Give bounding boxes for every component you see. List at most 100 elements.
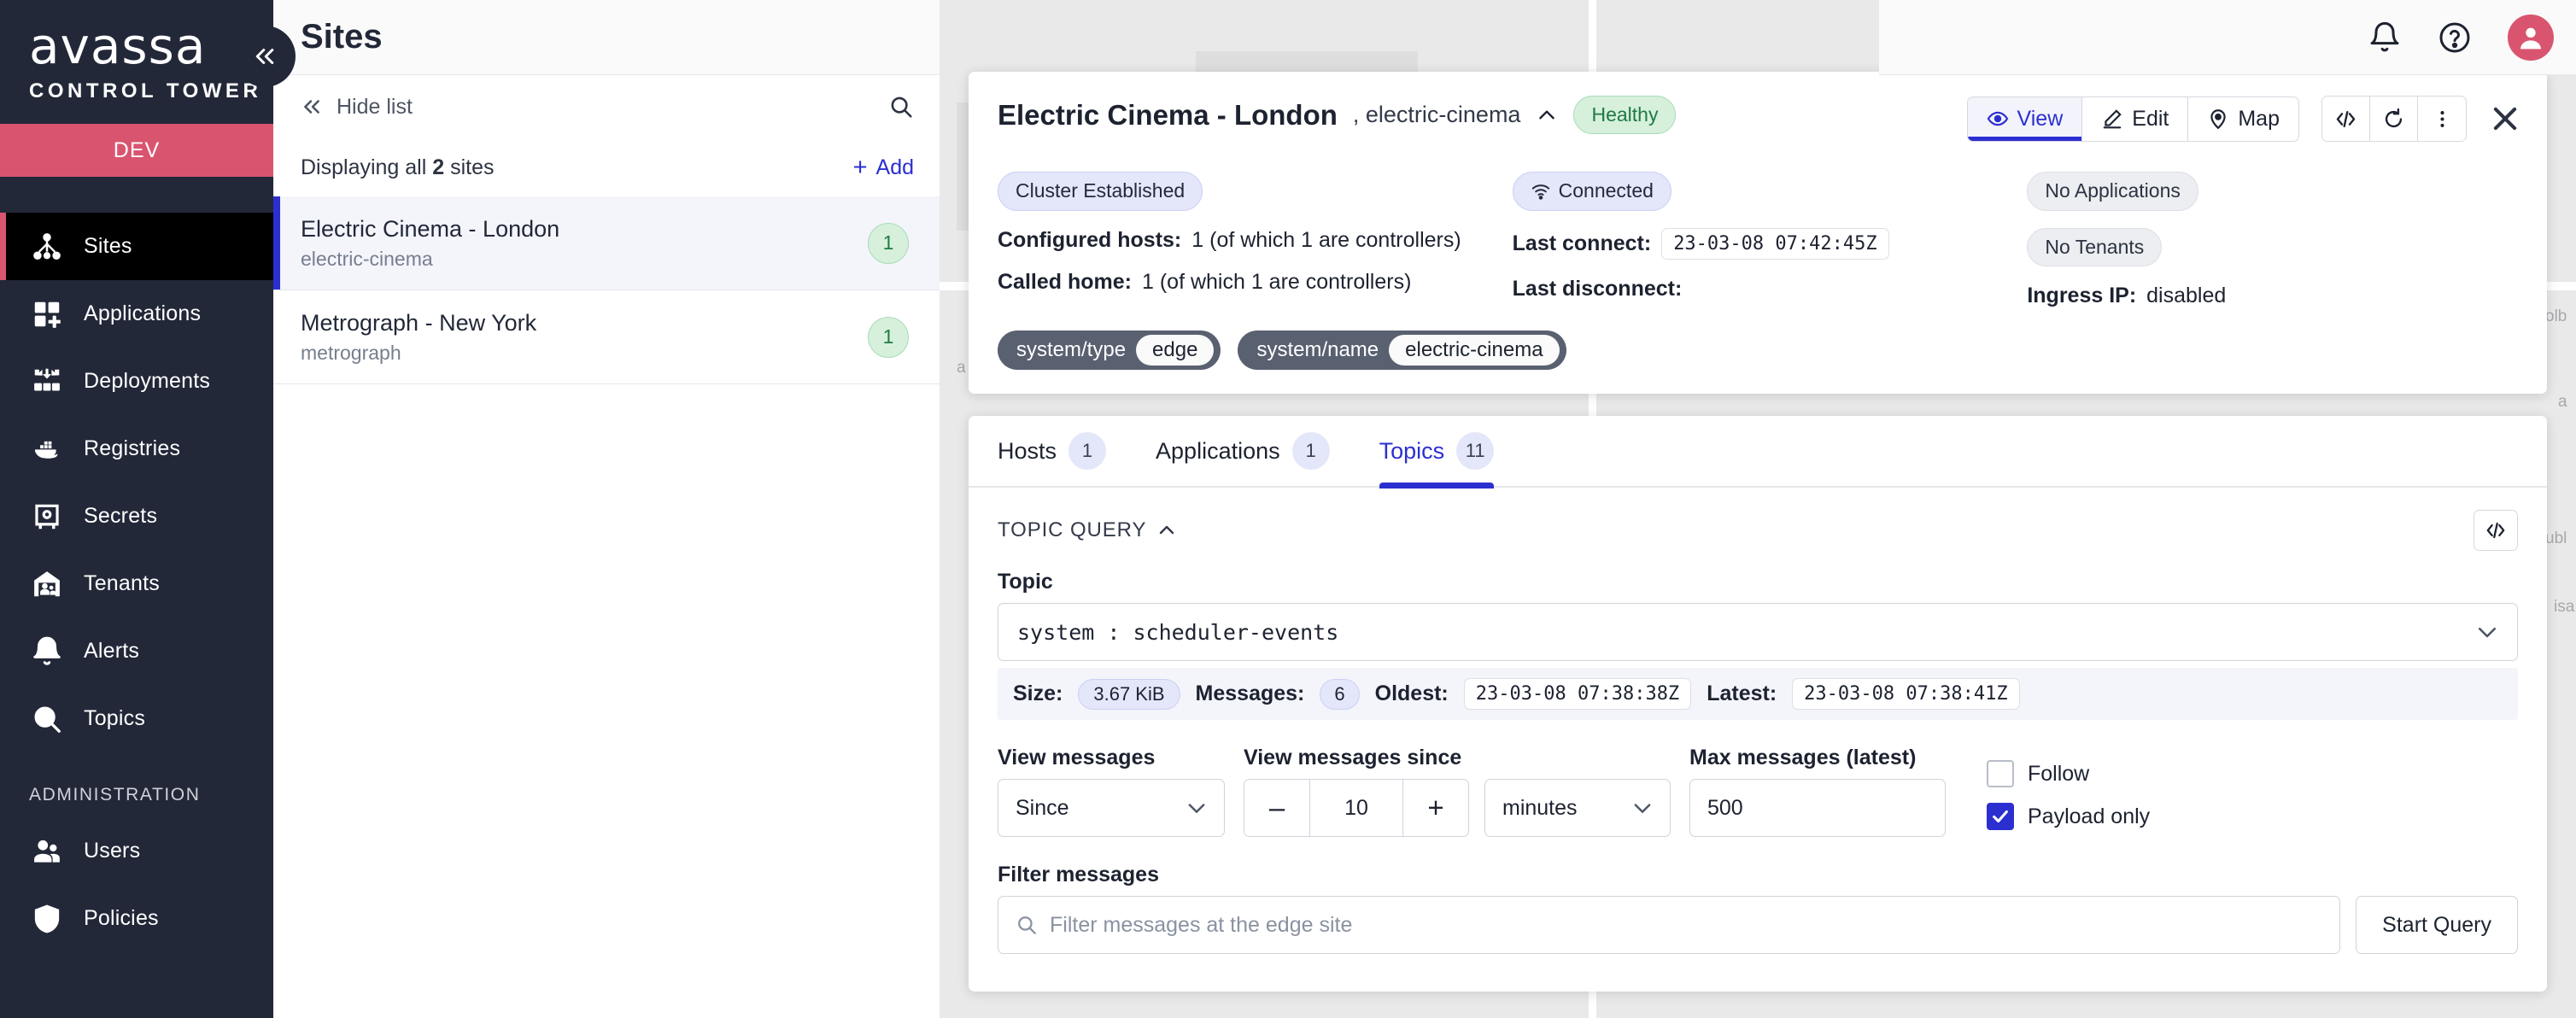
refresh-icon	[2385, 108, 2403, 127]
messages-value: 6	[1320, 678, 1360, 710]
configured-hosts-key: Configured hosts:	[998, 227, 1182, 252]
sidebar-item-alerts[interactable]: Alerts	[0, 617, 273, 685]
user-avatar-icon	[2520, 27, 2541, 50]
sidebar-item-label: Sites	[84, 234, 132, 258]
user-avatar[interactable]	[2508, 15, 2554, 61]
site-row-text: Electric Cinema - London electric-cinema	[301, 215, 559, 272]
view-code-button[interactable]	[2322, 97, 2370, 141]
filter-messages-label: Filter messages	[998, 863, 1159, 886]
displaying-text: Displaying all 2 sites	[301, 155, 495, 180]
tab-label: Hosts	[998, 437, 1057, 464]
oldest-value: 23-03-08 07:38:38Z	[1463, 678, 1692, 710]
sidebar-collapse-button[interactable]	[234, 26, 296, 87]
map-button[interactable]: Map	[2188, 97, 2298, 141]
checkmark-icon	[1993, 810, 2008, 823]
chevron-down-icon	[1634, 804, 1651, 813]
more-options-button[interactable]	[2418, 97, 2466, 141]
start-query-button[interactable]: Start Query	[2356, 896, 2518, 954]
tab-badge: 11	[1456, 432, 1495, 470]
refresh-button[interactable]	[2370, 97, 2418, 141]
topic-query-toggle[interactable]: TOPIC QUERY	[998, 518, 1177, 542]
sidebar-item-secrets[interactable]: Secrets	[0, 483, 273, 550]
site-tags: system/type edge system/name electric-ci…	[969, 308, 2547, 394]
called-home-key: Called home:	[998, 269, 1132, 294]
close-detail-button[interactable]	[2489, 102, 2521, 135]
view-label: View	[2017, 106, 2064, 131]
site-list-item-electric-cinema[interactable]: Electric Cinema - London electric-cinema…	[273, 196, 940, 290]
filter-placeholder: Filter messages at the edge site	[1050, 912, 1353, 937]
sidebar-item-topics[interactable]: Topics	[0, 685, 273, 752]
topic-select[interactable]: system : scheduler-events	[998, 603, 2518, 661]
page-header: Sites	[273, 0, 940, 75]
tab-topics[interactable]: Topics 11	[1379, 416, 1495, 489]
app-root: avassa CONTROL TOWER DEV Sites Applicati…	[0, 0, 2576, 1018]
view-messages-select[interactable]: Since	[998, 779, 1225, 837]
view-button[interactable]: View	[1967, 97, 2083, 141]
tab-badge: 1	[1291, 432, 1330, 470]
follow-checkbox-row[interactable]: Follow	[1987, 760, 2150, 787]
tab-applications[interactable]: Applications 1	[1156, 416, 1330, 487]
site-row-text: Metrograph - New York metrograph	[301, 309, 536, 366]
add-label: Add	[875, 155, 914, 179]
payload-only-checkbox[interactable]	[1987, 803, 2014, 830]
pencil-icon	[2103, 109, 2122, 129]
notifications-button[interactable]	[2368, 20, 2402, 55]
displaying-suffix: sites	[450, 155, 495, 179]
tag-key: system/type	[1016, 338, 1127, 362]
topic-stats-bar: Size: 3.67 KiB Messages: 6 Oldest: 23-03…	[998, 668, 2518, 720]
sidebar-item-policies[interactable]: Policies	[0, 885, 273, 952]
sidebar-item-deployments[interactable]: Deployments	[0, 348, 273, 415]
edit-button[interactable]: Edit	[2082, 97, 2189, 141]
size-value: 3.67 KiB	[1078, 678, 1180, 710]
sidebar-item-users[interactable]: Users	[0, 817, 273, 885]
users-icon	[29, 834, 65, 869]
sidebar-item-label: Applications	[84, 301, 202, 325]
topic-query-section-head: TOPIC QUERY	[969, 488, 2547, 558]
chevron-up-icon	[1160, 525, 1174, 535]
detail-column-resources: No Applications No Tenants Ingress IP: d…	[2027, 172, 2518, 308]
sidebar-item-label: Tenants	[84, 571, 160, 595]
sidebar-item-registries[interactable]: Registries	[0, 415, 273, 483]
topic-query-checkboxes: Follow Payload only	[1987, 760, 2150, 837]
since-value[interactable]: 10	[1309, 780, 1403, 836]
filter-messages-input[interactable]: Filter messages at the edge site	[998, 896, 2341, 954]
max-messages-input[interactable]: 500	[1689, 779, 1946, 837]
topic-query-code-button[interactable]	[2474, 510, 2518, 551]
help-button[interactable]	[2438, 20, 2472, 55]
tab-label: Topics	[1379, 437, 1445, 464]
search-button[interactable]	[888, 94, 914, 120]
site-detail-actions: View Edit Map	[1966, 96, 2521, 142]
detail-area: Burgh Russell a olb a ubl isa Electric C…	[940, 0, 2576, 1018]
sidebar-item-label: Deployments	[84, 369, 211, 393]
tag-system-type: system/type edge	[998, 331, 1221, 371]
sidebar-item-label: Alerts	[84, 639, 140, 663]
tag-value: electric-cinema	[1389, 335, 1560, 366]
bell-icon	[2370, 21, 2399, 52]
tag-key: system/name	[1256, 338, 1379, 362]
magnifier-icon	[29, 701, 65, 737]
site-detail-collapse-button[interactable]	[1536, 104, 1558, 126]
hide-list-button[interactable]: Hide list	[301, 95, 413, 120]
ingress-ip-key: Ingress IP:	[2027, 284, 2137, 308]
list-toolbar: Hide list	[273, 75, 940, 138]
displaying-prefix: Displaying all	[301, 155, 427, 179]
add-site-button[interactable]: + Add	[853, 155, 914, 180]
increment-button[interactable]: +	[1403, 780, 1468, 836]
since-unit-select[interactable]: minutes	[1484, 779, 1671, 837]
site-count-badge: 1	[868, 316, 909, 358]
oldest-key: Oldest:	[1374, 682, 1449, 705]
site-list-item-metrograph[interactable]: Metrograph - New York metrograph 1	[273, 290, 940, 384]
decrement-button[interactable]: –	[1244, 780, 1309, 836]
view-messages-since-control: View messages since – 10 + minutes	[1244, 746, 1671, 837]
sidebar-item-tenants[interactable]: Tenants	[0, 550, 273, 617]
sidebar-item-label: Topics	[84, 706, 146, 730]
map-pin-icon	[2210, 109, 2227, 130]
since-inputs: – 10 + minutes	[1244, 779, 1671, 837]
sidebar-item-sites[interactable]: Sites	[0, 213, 273, 280]
max-messages-control: Max messages (latest) 500	[1689, 746, 1946, 837]
payload-only-checkbox-row[interactable]: Payload only	[1987, 803, 2150, 830]
tab-hosts[interactable]: Hosts 1	[998, 416, 1107, 487]
site-detail-card: Electric Cinema - London , electric-cine…	[969, 72, 2547, 395]
sidebar-item-applications[interactable]: Applications	[0, 280, 273, 348]
follow-checkbox[interactable]	[1987, 760, 2014, 787]
